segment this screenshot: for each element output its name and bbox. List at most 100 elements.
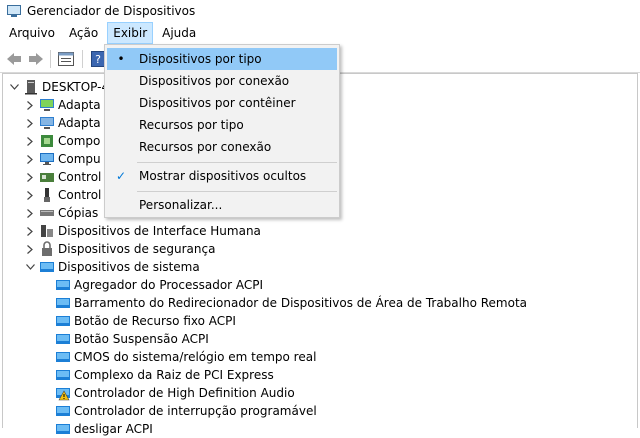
system-device-icon bbox=[56, 352, 70, 362]
properties-icon bbox=[58, 52, 74, 66]
menu-option-customize[interactable]: Personalizar... bbox=[107, 194, 337, 216]
tree-category[interactable]: Adapta bbox=[23, 96, 101, 114]
tree-category-label: Adapta bbox=[58, 98, 101, 112]
checkmark-icon: ✓ bbox=[115, 169, 127, 183]
expand-chevron-icon[interactable] bbox=[23, 186, 37, 204]
toolbar-separator bbox=[50, 50, 51, 68]
tree-device[interactable]: Barramento do Redirecionador de Disposit… bbox=[55, 294, 527, 312]
tree-category[interactable]: Cópias bbox=[23, 204, 98, 222]
toolbar-separator bbox=[82, 50, 83, 68]
tree-device[interactable]: Controlador de High Definition Audio bbox=[55, 384, 295, 402]
forward-button[interactable] bbox=[26, 49, 46, 69]
tree-category[interactable]: Control bbox=[23, 186, 101, 204]
tree-category-label: Dispositivos de Interface Humana bbox=[58, 224, 261, 238]
tree-device[interactable]: CMOS do sistema/relógio em tempo real bbox=[55, 348, 316, 366]
usb-controller-icon bbox=[44, 188, 50, 202]
exibir-dropdown-menu: • Dispositivos por tipo Dispositivos por… bbox=[104, 44, 340, 218]
expand-chevron-icon[interactable] bbox=[23, 96, 37, 114]
tree-category[interactable]: Compo bbox=[23, 132, 100, 150]
software-component-icon bbox=[41, 135, 53, 147]
system-device-icon bbox=[56, 280, 70, 290]
forward-arrow-icon bbox=[29, 53, 43, 65]
expand-chevron-icon[interactable] bbox=[23, 204, 37, 222]
expand-chevron-icon[interactable] bbox=[23, 168, 37, 186]
tree-category-label: Compu bbox=[58, 152, 101, 166]
tree-device[interactable]: Botão de Recurso fixo ACPI bbox=[55, 312, 236, 330]
tree-device-label: Botão Suspensão ACPI bbox=[74, 332, 209, 346]
tree-category-label: Dispositivos de sistema bbox=[58, 260, 200, 274]
menu-option-resources-by-type[interactable]: Recursos por tipo bbox=[107, 114, 337, 136]
tree-device[interactable]: Complexo da Raiz de PCI Express bbox=[55, 366, 274, 384]
expand-chevron-icon[interactable] bbox=[23, 222, 37, 240]
title-bar: Gerenciador de Dispositivos bbox=[0, 0, 640, 22]
menu-option-devices-by-connection[interactable]: Dispositivos por conexão bbox=[107, 70, 337, 92]
storage-controller-icon bbox=[40, 173, 54, 182]
expand-chevron-icon[interactable] bbox=[23, 114, 37, 132]
menu-separator bbox=[137, 191, 337, 192]
menu-exibir[interactable]: Exibir bbox=[107, 22, 154, 44]
computer-monitor-icon bbox=[40, 153, 54, 165]
window-title: Gerenciador de Dispositivos bbox=[27, 4, 196, 18]
tree-root-label: DESKTOP-4 bbox=[42, 80, 110, 94]
tree-category-label: Control bbox=[58, 170, 102, 184]
menu-option-show-hidden-devices[interactable]: ✓ Mostrar dispositivos ocultos bbox=[107, 165, 337, 187]
backup-storage-icon bbox=[40, 210, 54, 216]
tree-device[interactable]: Agregador do Processador ACPI bbox=[55, 276, 263, 294]
tree-category-label: Dispositivos de segurança bbox=[58, 242, 216, 256]
system-device-icon bbox=[56, 334, 70, 344]
device-manager-app-icon bbox=[7, 5, 21, 17]
tree-device-label: Controlador de High Definition Audio bbox=[74, 386, 295, 400]
back-button[interactable] bbox=[4, 49, 24, 69]
svg-text:?: ? bbox=[95, 53, 101, 66]
tree-category[interactable]: Adapta bbox=[23, 114, 101, 132]
menu-option-devices-by-type[interactable]: • Dispositivos por tipo bbox=[107, 48, 337, 70]
properties-button[interactable] bbox=[56, 49, 76, 69]
tree-device[interactable]: Botão Suspensão ACPI bbox=[55, 330, 209, 348]
tree-device-label: desligar ACPI bbox=[74, 422, 153, 436]
tree-category-security[interactable]: Dispositivos de segurança bbox=[23, 240, 215, 258]
warning-device-icon bbox=[56, 388, 70, 401]
tree-device-label: Barramento do Redirecionador de Disposit… bbox=[74, 296, 528, 310]
tree-device[interactable]: Controlador de interrupção programável bbox=[55, 402, 317, 420]
expand-chevron-icon[interactable] bbox=[23, 132, 37, 150]
computer-icon bbox=[25, 80, 37, 95]
tree-category-system[interactable]: Dispositivos de sistema bbox=[23, 258, 200, 276]
help-icon: ? bbox=[91, 51, 105, 67]
tree-category-label: Cópias bbox=[58, 206, 99, 220]
system-device-icon bbox=[56, 370, 70, 380]
menu-separator bbox=[137, 162, 337, 163]
tree-category[interactable]: Control bbox=[23, 168, 101, 186]
menu-arquivo[interactable]: Arquivo bbox=[4, 22, 60, 44]
hid-device-icon bbox=[41, 225, 53, 237]
security-device-icon bbox=[42, 241, 52, 256]
tree-category-hid[interactable]: Dispositivos de Interface Humana bbox=[23, 222, 261, 240]
radio-bullet-icon: • bbox=[117, 52, 125, 66]
menu-option-resources-by-connection[interactable]: Recursos por conexão bbox=[107, 136, 337, 158]
menu-acao[interactable]: Ação bbox=[64, 22, 103, 44]
expand-chevron-icon[interactable] bbox=[23, 240, 37, 258]
tree-category-label: Adapta bbox=[58, 116, 101, 130]
tree-category-label: Compo bbox=[58, 134, 101, 148]
tree-category[interactable]: Compu bbox=[23, 150, 101, 168]
display-adapter-icon bbox=[40, 117, 54, 129]
collapse-chevron-icon[interactable] bbox=[7, 78, 21, 96]
tree-device-label: Controlador de interrupção programável bbox=[74, 404, 317, 418]
tree-device-label: CMOS do sistema/relógio em tempo real bbox=[74, 350, 317, 364]
system-device-icon bbox=[56, 406, 70, 416]
tree-device-label: Agregador do Processador ACPI bbox=[74, 278, 264, 292]
tree-device-label: Botão de Recurso fixo ACPI bbox=[74, 314, 236, 328]
tree-device-label: Complexo da Raiz de PCI Express bbox=[74, 368, 274, 382]
tree-root[interactable]: DESKTOP-4 bbox=[7, 78, 109, 96]
network-adapter-icon bbox=[40, 99, 54, 111]
tree-category-label: Control bbox=[58, 188, 102, 202]
tree-device[interactable]: desligar ACPI bbox=[55, 420, 153, 438]
back-arrow-icon bbox=[7, 53, 21, 65]
expand-chevron-icon[interactable] bbox=[23, 150, 37, 168]
collapse-chevron-icon[interactable] bbox=[23, 258, 37, 276]
menu-bar: Arquivo Ação Exibir Ajuda bbox=[0, 22, 640, 44]
system-device-icon bbox=[56, 424, 70, 434]
menu-option-devices-by-container[interactable]: Dispositivos por contêiner bbox=[107, 92, 337, 114]
system-device-icon bbox=[56, 316, 70, 326]
menu-ajuda[interactable]: Ajuda bbox=[157, 22, 201, 44]
system-device-folder-icon bbox=[40, 262, 54, 272]
